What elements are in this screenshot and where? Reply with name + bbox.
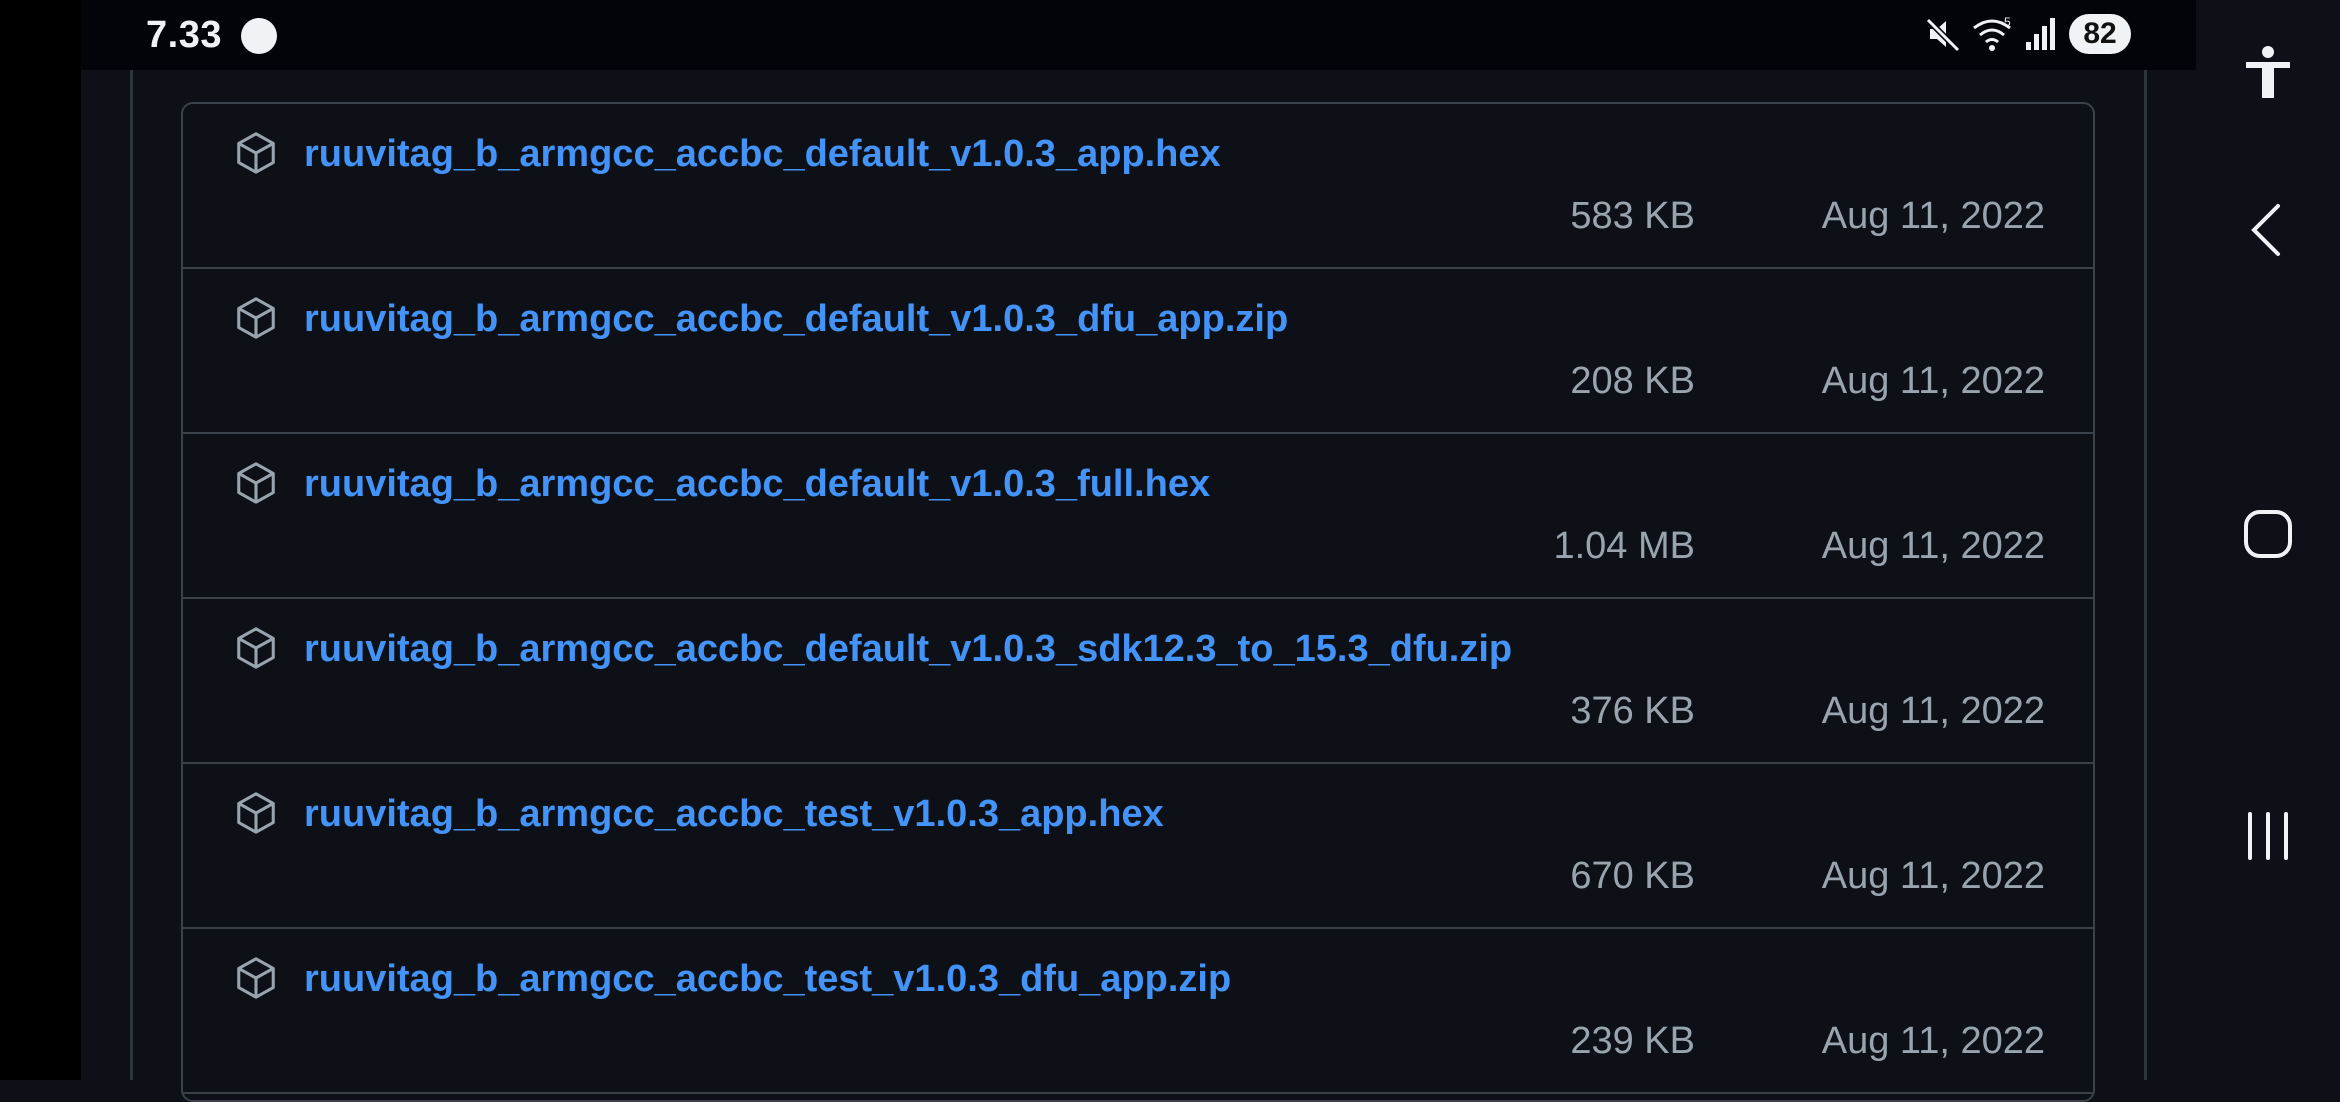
- asset-date: Aug 11, 2022: [1821, 195, 2045, 237]
- asset-size: 670 KB: [1570, 855, 1695, 897]
- package-icon: [237, 792, 275, 834]
- asset-row: ruuvitag_b_armgcc_accbc_default_v1.0.3_f…: [183, 434, 2093, 599]
- asset-size: 208 KB: [1570, 360, 1695, 402]
- asset-size: 583 KB: [1570, 195, 1695, 237]
- container-border-right: [2144, 70, 2147, 1080]
- wifi-icon: 5: [1973, 15, 2011, 51]
- status-bar: [81, 0, 2196, 70]
- left-bezel: [0, 0, 81, 1080]
- accessibility-icon[interactable]: [2236, 40, 2300, 104]
- asset-size: 239 KB: [1570, 1020, 1695, 1062]
- asset-date: Aug 11, 2022: [1821, 855, 2045, 897]
- asset-date: Aug 11, 2022: [1821, 360, 2045, 402]
- asset-link[interactable]: ruuvitag_b_armgcc_accbc_default_v1.0.3_f…: [304, 460, 1210, 508]
- battery-indicator: 82: [2069, 14, 2131, 54]
- package-icon: [237, 957, 275, 999]
- back-icon[interactable]: [2236, 198, 2300, 262]
- package-icon: [237, 132, 275, 174]
- asset-link[interactable]: ruuvitag_b_armgcc_accbc_test_v1.0.3_dfu_…: [304, 955, 1231, 1003]
- asset-date: Aug 11, 2022: [1821, 1020, 2045, 1062]
- asset-row: ruuvitag_b_armgcc_accbc_default_v1.0.3_d…: [183, 269, 2093, 434]
- status-time: 7.33: [146, 14, 222, 56]
- asset-date: Aug 11, 2022: [1821, 525, 2045, 567]
- package-icon: [237, 462, 275, 504]
- package-icon: [237, 627, 275, 669]
- notification-dot-icon: [241, 18, 277, 54]
- asset-link[interactable]: ruuvitag_b_armgcc_accbc_default_v1.0.3_a…: [304, 130, 1221, 178]
- svg-text:5: 5: [2004, 15, 2011, 29]
- home-icon[interactable]: [2236, 502, 2300, 566]
- container-border-left: [130, 70, 133, 1080]
- battery-level: 82: [2083, 17, 2117, 50]
- mute-icon: [1925, 17, 1961, 53]
- package-icon: [237, 297, 275, 339]
- asset-row: ruuvitag_b_armgcc_accbc_default_v1.0.3_s…: [183, 599, 2093, 764]
- release-assets-list: ruuvitag_b_armgcc_accbc_default_v1.0.3_a…: [181, 102, 2095, 1102]
- asset-link[interactable]: ruuvitag_b_armgcc_accbc_test_v1.0.3_app.…: [304, 790, 1164, 838]
- recents-icon[interactable]: [2236, 804, 2300, 868]
- asset-date: Aug 11, 2022: [1821, 690, 2045, 732]
- asset-row: ruuvitag_b_armgcc_accbc_test_v1.0.3_app.…: [183, 764, 2093, 929]
- asset-link[interactable]: ruuvitag_b_armgcc_accbc_default_v1.0.3_d…: [304, 295, 1288, 343]
- asset-row: ruuvitag_b_armgcc_accbc_default_v1.0.3_a…: [183, 104, 2093, 269]
- signal-icon: [2026, 18, 2055, 50]
- asset-size: 1.04 MB: [1553, 525, 1695, 567]
- asset-link[interactable]: ruuvitag_b_armgcc_accbc_default_v1.0.3_s…: [304, 625, 1512, 673]
- asset-size: 376 KB: [1570, 690, 1695, 732]
- asset-row: ruuvitag_b_armgcc_accbc_test_v1.0.3_dfu_…: [183, 929, 2093, 1094]
